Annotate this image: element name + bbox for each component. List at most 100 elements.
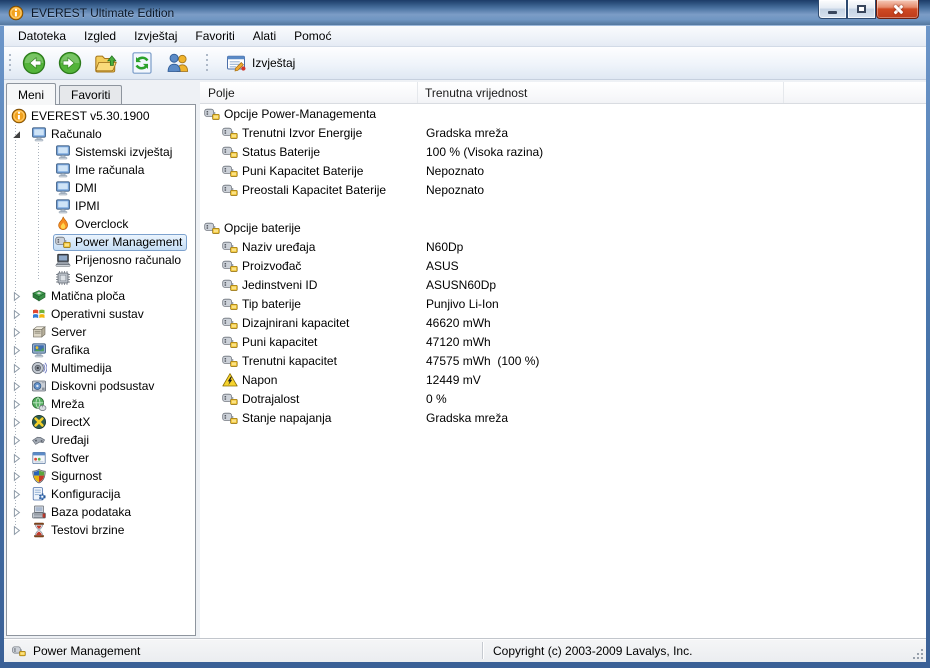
table-row[interactable]: ProizvođačASUS: [200, 256, 926, 275]
table-row[interactable]: Trenutni kapacitet47575 mWh (100 %): [200, 351, 926, 370]
column-header-value[interactable]: Trenutna vrijednost: [418, 82, 784, 103]
tree-item-content: Testovi brzine: [29, 522, 129, 539]
tree-item[interactable]: Konfiguracija: [7, 485, 195, 503]
expand-icon[interactable]: [9, 417, 29, 428]
table-row[interactable]: Status Baterije100 % (Visoka razina): [200, 142, 926, 161]
app-icon-slot: [8, 5, 24, 21]
tree-item[interactable]: Diskovni podsustav: [7, 377, 195, 395]
tree-item[interactable]: Ime računala: [7, 161, 195, 179]
expand-icon[interactable]: [9, 507, 29, 518]
maximize-button[interactable]: [847, 0, 876, 19]
field-label: Puni Kapacitet Baterije: [242, 164, 363, 178]
expand-icon[interactable]: [9, 489, 29, 500]
report-button[interactable]: Izvještaj: [219, 50, 302, 76]
report-icon: [226, 53, 246, 73]
resize-grip[interactable]: [910, 646, 923, 659]
tree-item[interactable]: Senzor: [7, 269, 195, 287]
motherboard-icon: [31, 288, 47, 304]
tree-item-label: Diskovni podsustav: [51, 379, 154, 393]
power-icon: [222, 410, 238, 426]
tree-item[interactable]: EVEREST v5.30.1900: [7, 107, 195, 125]
refresh-button[interactable]: [128, 49, 156, 77]
expand-icon[interactable]: [9, 309, 29, 320]
field-cell: Dotrajalost: [200, 391, 426, 407]
table-row[interactable]: Dizajnirani kapacitet46620 mWh: [200, 313, 926, 332]
tree-item[interactable]: Testovi brzine: [7, 521, 195, 539]
tree-item[interactable]: Uređaji: [7, 431, 195, 449]
tree-item[interactable]: Računalo: [7, 125, 195, 143]
nav-buttons: [20, 49, 192, 77]
tab-favoriti[interactable]: Favoriti: [59, 85, 122, 104]
table-row[interactable]: Tip baterijePunjivo Li-Ion: [200, 294, 926, 313]
table-row[interactable]: Trenutni Izvor EnergijeGradska mreža: [200, 123, 926, 142]
expand-icon[interactable]: [9, 453, 29, 464]
table-row[interactable]: Preostali Kapacitet BaterijeNepoznato: [200, 180, 926, 199]
tree-item[interactable]: Grafika: [7, 341, 195, 359]
tree-item-content: Ime računala: [53, 162, 149, 179]
window-body: DatotekaIzgledIzvještajFavoritiAlatiPomo…: [4, 26, 926, 662]
tree-item[interactable]: Softver: [7, 449, 195, 467]
close-button[interactable]: [876, 0, 919, 19]
up-button[interactable]: [92, 49, 120, 77]
tree-item[interactable]: Baza podataka: [7, 503, 195, 521]
title-bar[interactable]: EVEREST Ultimate Edition: [0, 0, 930, 26]
menu-item-alati[interactable]: Alati: [244, 27, 285, 45]
menu-item-favoriti[interactable]: Favoriti: [186, 27, 243, 45]
table-row[interactable]: Opcije baterije: [200, 218, 926, 237]
menu-item-izgled[interactable]: Izgled: [75, 27, 125, 45]
tab-meni[interactable]: Meni: [6, 83, 56, 105]
expand-icon[interactable]: [9, 471, 29, 482]
tree-item[interactable]: Server: [7, 323, 195, 341]
table-row[interactable]: Puni kapacitet47120 mWh: [200, 332, 926, 351]
tree-item[interactable]: Matična ploča: [7, 287, 195, 305]
menu-item-izvjestaj[interactable]: Izvještaj: [125, 27, 186, 45]
expand-icon[interactable]: [9, 399, 29, 410]
users-button[interactable]: [164, 49, 192, 77]
toolbar-grip: [206, 52, 209, 74]
table-header: Polje Trenutna vrijednost: [200, 82, 926, 104]
back-button[interactable]: [20, 49, 48, 77]
table-row[interactable]: Puni Kapacitet BaterijeNepoznato: [200, 161, 926, 180]
tree-item-content: Diskovni podsustav: [29, 378, 159, 395]
expand-icon[interactable]: [9, 345, 29, 356]
table-row[interactable]: Jedinstveni IDASUSN60Dp: [200, 275, 926, 294]
table-row[interactable]: Naziv uređajaN60Dp: [200, 237, 926, 256]
table-row[interactable]: Napon12449 mV: [200, 370, 926, 389]
value-cell: 46620 mWh: [426, 316, 491, 330]
tree-item[interactable]: IPMI: [7, 197, 195, 215]
expand-icon[interactable]: [9, 291, 29, 302]
computer-icon: [55, 180, 71, 196]
menu-item-datoteka[interactable]: Datoteka: [9, 27, 75, 45]
forward-button[interactable]: [56, 49, 84, 77]
tree-item[interactable]: Sigurnost: [7, 467, 195, 485]
expand-icon[interactable]: [9, 525, 29, 536]
table-row[interactable]: Opcije Power-Managementa: [200, 104, 926, 123]
tree-item[interactable]: DirectX: [7, 413, 195, 431]
expand-icon[interactable]: [9, 381, 29, 392]
config-icon: [31, 486, 47, 502]
tree-item[interactable]: Prijenosno računalo: [7, 251, 195, 269]
tree-item[interactable]: Sistemski izvještaj: [7, 143, 195, 161]
tree-item[interactable]: DMI: [7, 179, 195, 197]
field-label: Opcije baterije: [224, 221, 301, 235]
column-header-field[interactable]: Polje: [200, 82, 418, 103]
users-icon: [166, 51, 190, 75]
table-row[interactable]: Stanje napajanjaGradska mreža: [200, 408, 926, 427]
tree-item[interactable]: Operativni sustav: [7, 305, 195, 323]
collapse-icon[interactable]: [9, 129, 29, 140]
minimize-button[interactable]: [818, 0, 847, 19]
expand-icon[interactable]: [9, 435, 29, 446]
column-header-extra[interactable]: [784, 82, 926, 103]
expand-icon[interactable]: [9, 327, 29, 338]
expand-icon[interactable]: [9, 363, 29, 374]
menu-item-pomoc[interactable]: Pomoć: [285, 27, 340, 45]
tree-item[interactable]: Multimedija: [7, 359, 195, 377]
field-label: Napon: [242, 373, 277, 387]
table-row[interactable]: Dotrajalost0 %: [200, 389, 926, 408]
tree-item[interactable]: Overclock: [7, 215, 195, 233]
field-label: Dotrajalost: [242, 392, 299, 406]
tree-item[interactable]: Power Management: [7, 233, 195, 251]
tree-item-content: DMI: [53, 180, 102, 197]
tree-item[interactable]: Mreža: [7, 395, 195, 413]
field-label: Opcije Power-Managementa: [224, 107, 376, 121]
